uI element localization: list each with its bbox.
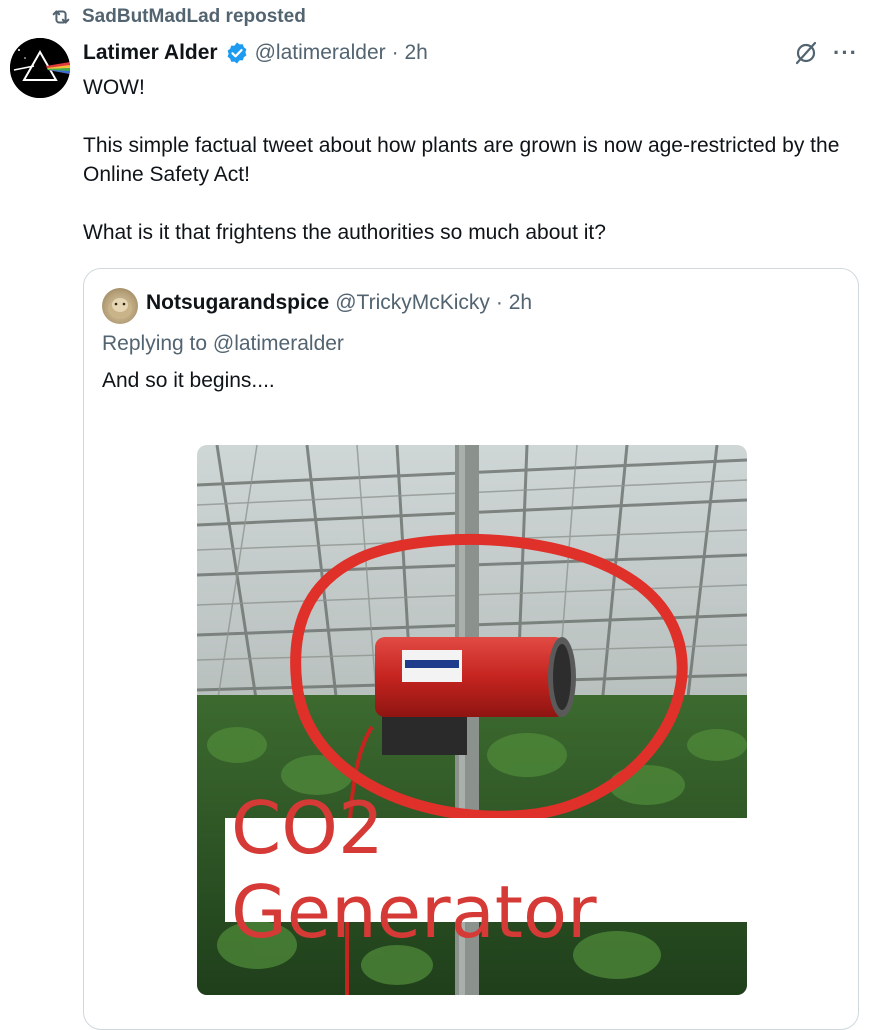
quoted-post[interactable]: Notsugarandspice @TrickyMcKicky · 2h Rep…	[83, 268, 859, 1030]
quote-author-avatar[interactable]	[102, 288, 138, 324]
post-time[interactable]: · 2h	[392, 41, 428, 65]
more-options-icon[interactable]: ···	[833, 40, 858, 66]
post-body: WOW! This simple factual tweet about how…	[83, 73, 863, 276]
repost-indicator[interactable]: SadButMadLad reposted	[50, 6, 306, 28]
hamster-avatar-image	[108, 298, 132, 319]
replying-to[interactable]: Replying to @latimeralder	[102, 332, 344, 356]
quote-author-handle[interactable]: @TrickyMcKicky	[335, 291, 490, 315]
quote-media-image[interactable]: CO2 Generator	[197, 445, 747, 995]
quote-header: Notsugarandspice @TrickyMcKicky · 2h	[146, 291, 532, 315]
author-avatar[interactable]	[10, 38, 70, 98]
post-paragraph: WOW!	[83, 76, 145, 99]
author-handle[interactable]: @latimeralder	[255, 41, 386, 65]
quote-author-name[interactable]: Notsugarandspice	[146, 291, 329, 315]
prism-avatar-image	[10, 38, 70, 98]
grok-icon[interactable]	[793, 40, 819, 66]
verified-badge-icon	[227, 42, 246, 64]
post-header: Latimer Alder @latimeralder · 2h ···	[83, 38, 858, 68]
post-paragraph: This simple factual tweet about how plan…	[83, 134, 840, 186]
author-name[interactable]: Latimer Alder	[83, 41, 218, 65]
media-caption: CO2 Generator	[225, 786, 747, 954]
repost-label: SadButMadLad reposted	[82, 6, 306, 27]
quote-time[interactable]: · 2h	[496, 291, 532, 315]
post-paragraph: What is it that frightens the authoritie…	[83, 221, 606, 244]
quote-text: And so it begins....	[102, 369, 275, 392]
repost-icon	[52, 10, 70, 24]
